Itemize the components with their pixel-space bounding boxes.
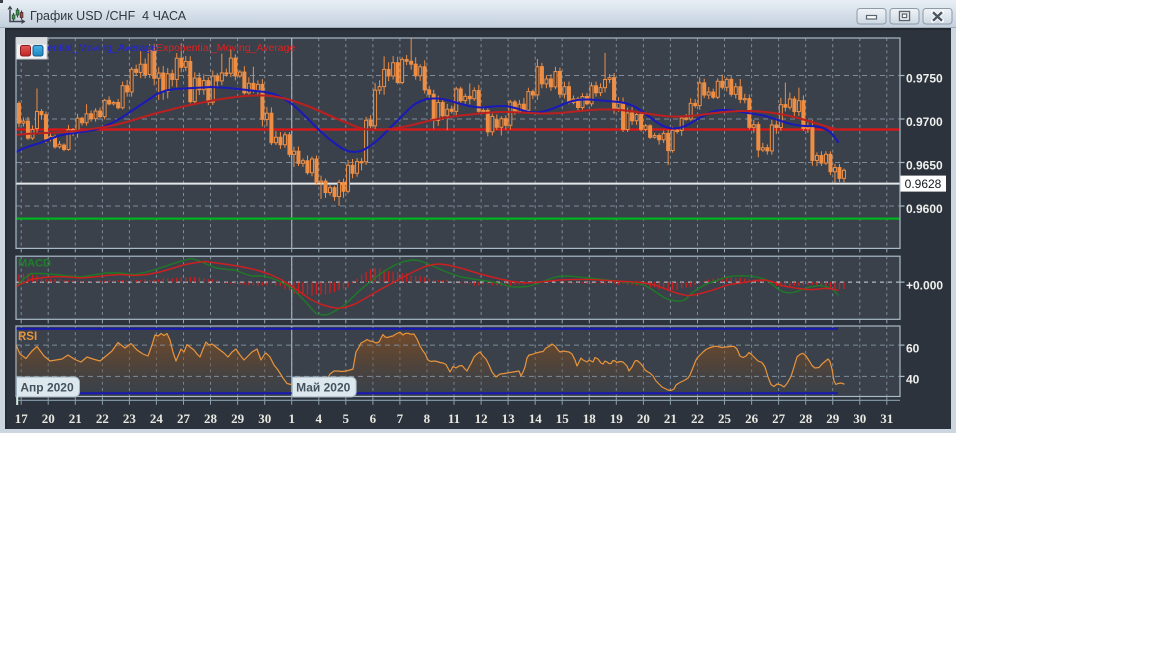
svg-text:17: 17: [15, 411, 29, 426]
svg-text:4: 4: [316, 411, 323, 426]
svg-text:Май 2020: Май 2020: [296, 381, 351, 395]
svg-text:22: 22: [96, 411, 109, 426]
svg-text:31: 31: [880, 411, 893, 426]
svg-text:23: 23: [123, 411, 137, 426]
svg-text:+0.000: +0.000: [906, 278, 943, 292]
svg-text:22: 22: [691, 411, 704, 426]
svg-text:13: 13: [502, 411, 516, 426]
svg-text:14: 14: [529, 411, 543, 426]
svg-text:27: 27: [772, 411, 786, 426]
svg-text:1: 1: [288, 411, 295, 426]
svg-text:19: 19: [610, 411, 624, 426]
svg-text:0.9650: 0.9650: [906, 159, 943, 173]
svg-text:29: 29: [231, 411, 245, 426]
svg-text:28: 28: [204, 411, 218, 426]
svg-text:0.9628: 0.9628: [905, 177, 942, 191]
svg-text:Exponential_Moving_Average: Exponential_Moving_Average: [156, 42, 295, 54]
svg-text:18: 18: [583, 411, 597, 426]
svg-text:MACD: MACD: [18, 258, 51, 270]
svg-text:24: 24: [150, 411, 164, 426]
svg-text:0.9700: 0.9700: [906, 115, 943, 129]
svg-text:8: 8: [424, 411, 431, 426]
svg-text:7: 7: [397, 411, 404, 426]
svg-text:27: 27: [177, 411, 191, 426]
svg-text:11: 11: [448, 411, 460, 426]
svg-text:30: 30: [258, 411, 271, 426]
svg-text:60: 60: [906, 341, 920, 355]
svg-text:12: 12: [475, 411, 488, 426]
svg-text:0.9600: 0.9600: [906, 202, 943, 216]
svg-text:26: 26: [745, 411, 759, 426]
svg-text:6: 6: [370, 411, 377, 426]
svg-text:21: 21: [664, 411, 677, 426]
svg-text:25: 25: [718, 411, 732, 426]
svg-text:28: 28: [799, 411, 813, 426]
svg-text:5: 5: [343, 411, 350, 426]
svg-text:29: 29: [826, 411, 840, 426]
svg-text:20: 20: [42, 411, 55, 426]
svg-text:21: 21: [69, 411, 82, 426]
svg-text:20: 20: [637, 411, 650, 426]
svg-text:40: 40: [906, 373, 920, 387]
svg-text:Апр 2020: Апр 2020: [20, 381, 74, 395]
svg-text:График USD /CHF 4 ЧАСА: График USD /CHF 4 ЧАСА: [30, 9, 187, 23]
svg-text:RSI: RSI: [18, 331, 37, 343]
svg-text:0.9750: 0.9750: [906, 72, 943, 86]
svg-text:15: 15: [556, 411, 570, 426]
svg-text:30: 30: [853, 411, 866, 426]
